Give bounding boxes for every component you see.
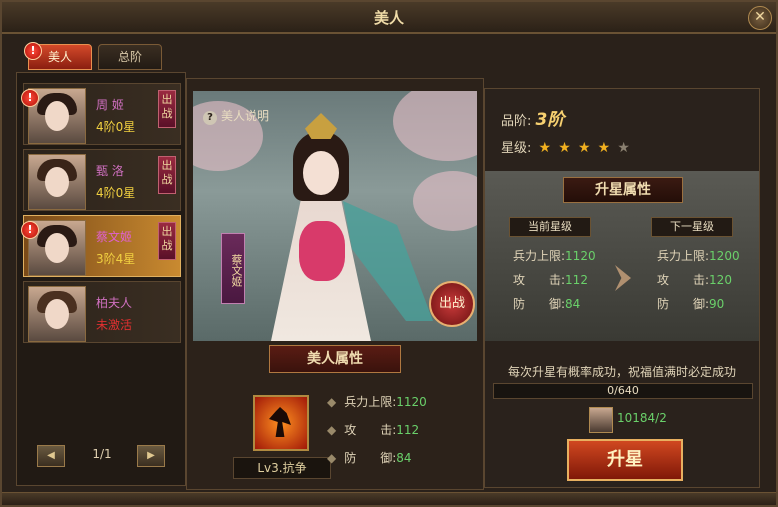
material-count: 10184/2 xyxy=(617,411,667,425)
rank-value: 3阶 xyxy=(535,110,565,130)
current-star-heading: 当前星级 xyxy=(509,217,591,237)
progress-text: 0/640 xyxy=(607,384,639,397)
bottom-frame xyxy=(2,492,776,505)
alert-icon: ! xyxy=(21,89,39,107)
next-defense: 防 御:90 xyxy=(657,297,725,311)
current-defense: 防 御:84 xyxy=(513,297,581,311)
upgrade-note: 每次升星有概率成功，祝福值满时必定成功 xyxy=(507,365,736,379)
beauty-rank: 4阶0星 xyxy=(96,120,136,134)
alert-icon: ! xyxy=(21,221,39,239)
star-upgrade-panel: 品阶: 3阶 星级: ★ ★ ★ ★ ★ 升星属性 当前星级 下一星级 兵力上限… xyxy=(484,88,760,488)
star-icon: ★ xyxy=(577,140,591,156)
beauty-name: 柏夫人 xyxy=(96,296,133,310)
prev-page-button[interactable]: ◀ xyxy=(37,445,65,467)
beauty-window: 美人 ✕ 美人 ! 总阶 周 姬 4阶0星 出战 ! 甄 洛 4阶0星 出战 蔡… xyxy=(0,0,778,507)
attr-troops: ◆ 兵力上限:1120 xyxy=(327,395,427,409)
beauty-list-panel: 周 姬 4阶0星 出战 ! 甄 洛 4阶0星 出战 蔡文姬 3阶4星 出战 ! … xyxy=(16,72,186,486)
star-empty-icon: ★ xyxy=(617,140,630,156)
beauty-item-4[interactable]: 柏夫人 未激活 xyxy=(23,281,181,343)
upgrade-star-button[interactable]: 升星 xyxy=(567,439,683,481)
beauty-name: 甄 洛 xyxy=(96,164,124,178)
material-item-icon[interactable] xyxy=(589,407,613,433)
pager: ◀ 1/1 ▶ xyxy=(37,445,167,467)
avatar xyxy=(28,154,86,210)
tab-total-rank[interactable]: 总阶 xyxy=(98,44,162,70)
current-troops: 兵力上限:1120 xyxy=(513,249,596,263)
info-link-label: 美人说明 xyxy=(221,109,270,123)
rank-display: 品阶: 3阶 xyxy=(501,110,565,130)
avatar xyxy=(28,286,86,342)
beauty-vertical-name: 蔡文姬 xyxy=(221,233,245,304)
window-title: 美人 xyxy=(373,9,404,27)
beauty-item-3[interactable]: 蔡文姬 3阶4星 出战 xyxy=(23,215,181,277)
star-display: 星级: ★ ★ ★ ★ ★ xyxy=(501,140,630,156)
battle-flag: 出战 xyxy=(158,90,176,128)
next-attack: 攻 击:120 xyxy=(657,273,732,287)
beauty-detail-panel: ? 美人说明 蔡文姬 出战 美人属性 Lv3.抗争 ◆ 兵力上限:1120 ◆ 攻 击… xyxy=(186,78,484,490)
beauty-item-1[interactable]: 周 姬 4阶0星 出战 xyxy=(23,83,181,145)
next-page-button[interactable]: ▶ xyxy=(137,445,165,467)
attr-defense: ◆ 防 御:84 xyxy=(327,451,412,465)
deploy-button[interactable]: 出战 xyxy=(429,281,475,327)
beauty-rank: 3阶4星 xyxy=(96,252,136,266)
title-bar: 美人 ✕ xyxy=(2,2,776,34)
next-star-heading: 下一星级 xyxy=(651,217,733,237)
section-title: 美人属性 xyxy=(269,345,401,373)
blessing-progress-bar: 0/640 xyxy=(493,383,753,399)
star-icon: ★ xyxy=(538,140,552,156)
beauty-rank: 4阶0星 xyxy=(96,186,136,200)
upgrade-title: 升星属性 xyxy=(563,177,683,203)
beauty-info-link[interactable]: ? 美人说明 xyxy=(203,107,269,125)
attr-attack: ◆ 攻 击:112 xyxy=(327,423,420,437)
alert-icon: ! xyxy=(24,42,42,60)
next-troops: 兵力上限:1200 xyxy=(657,249,740,263)
skill-icon[interactable] xyxy=(253,395,309,451)
beauty-item-2[interactable]: 甄 洛 4阶0星 出战 xyxy=(23,149,181,211)
skill-level: Lv3.抗争 xyxy=(233,457,331,479)
beauty-rank: 未激活 xyxy=(96,318,133,332)
beauty-name: 周 姬 xyxy=(96,98,124,112)
beauty-name: 蔡文姬 xyxy=(96,230,133,244)
close-icon[interactable]: ✕ xyxy=(748,6,772,30)
page-indicator: 1/1 xyxy=(92,447,112,461)
battle-flag: 出战 xyxy=(158,156,176,194)
current-attack: 攻 击:112 xyxy=(513,273,588,287)
help-icon: ? xyxy=(203,111,217,125)
beauty-portrait-scene: ? 美人说明 蔡文姬 出战 xyxy=(193,91,477,341)
star-icon: ★ xyxy=(597,140,611,156)
battle-flag: 出战 xyxy=(158,222,176,260)
star-icon: ★ xyxy=(558,140,571,156)
